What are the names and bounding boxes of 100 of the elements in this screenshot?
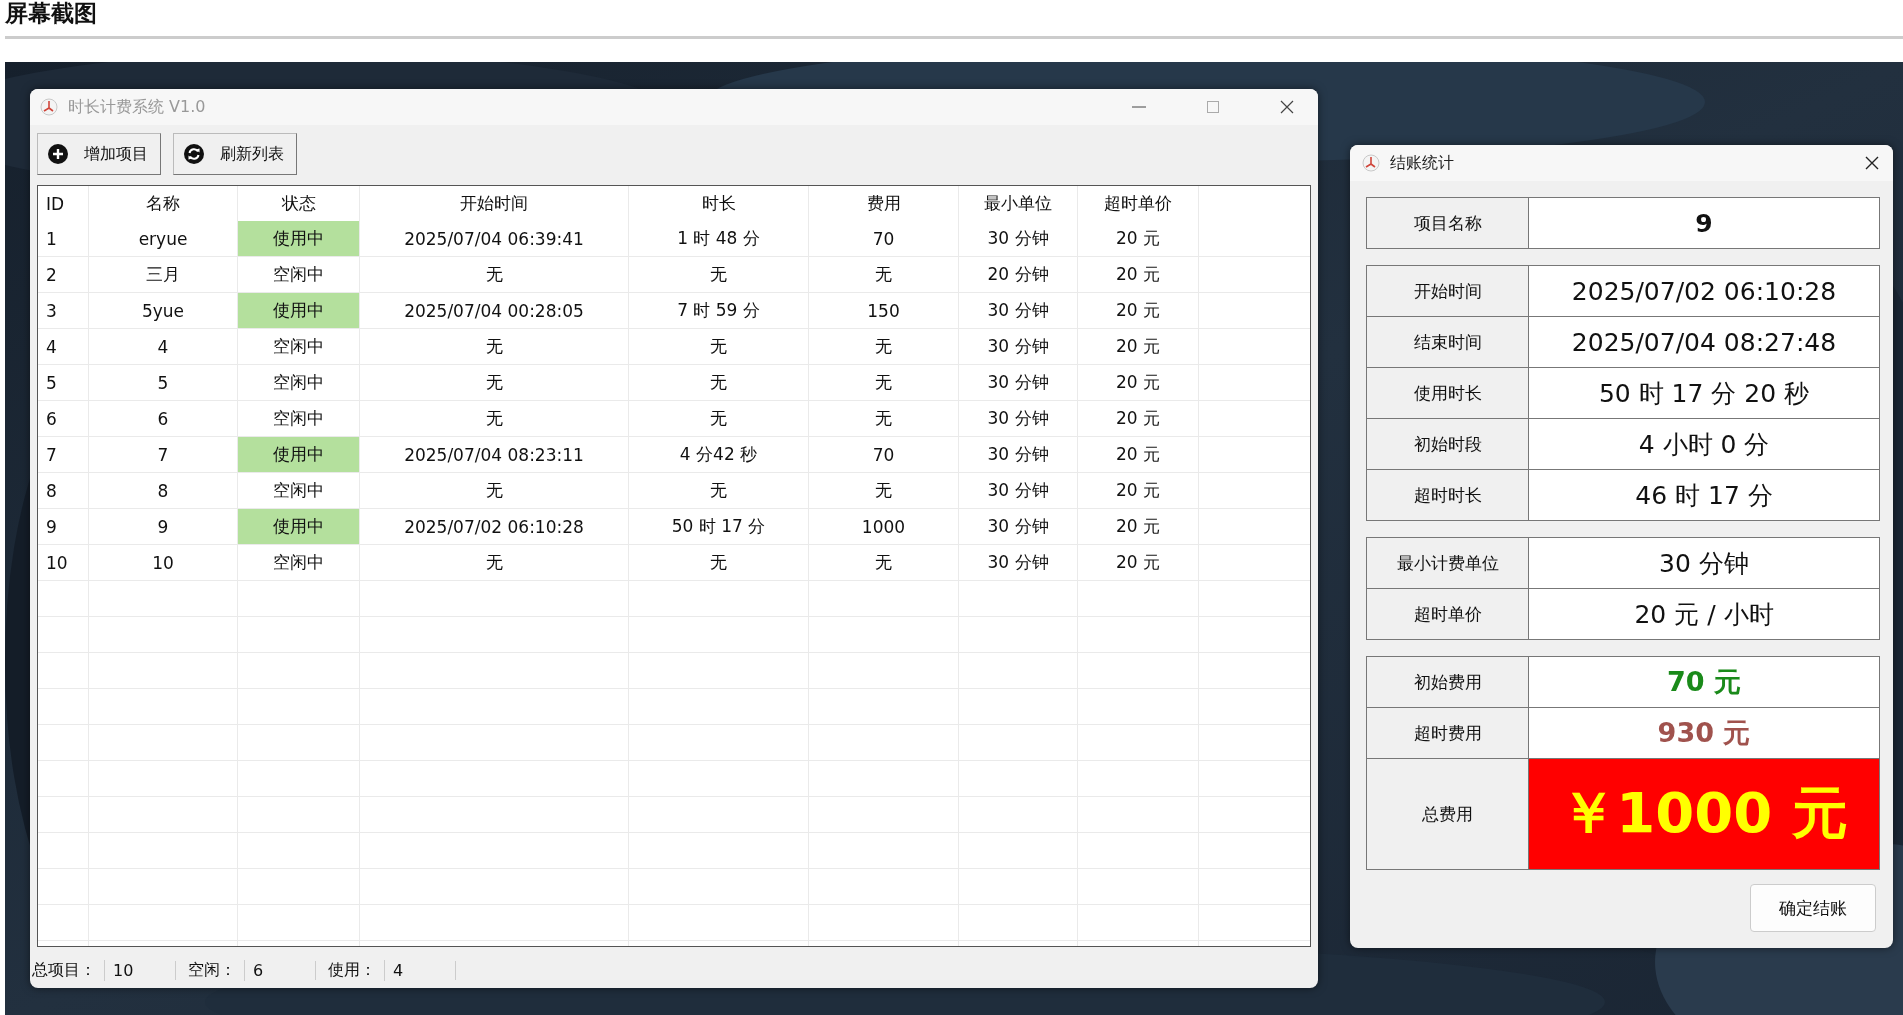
table-cell: 无 [809, 257, 959, 292]
table-cell: 无 [809, 545, 959, 580]
status-value: 4 [385, 960, 456, 980]
field-value: 20 元 / 小时 [1529, 589, 1879, 639]
field-value: 4 小时 0 分 [1529, 419, 1879, 469]
table-cell: 5 [38, 365, 89, 400]
table-cell: 无 [629, 401, 809, 436]
status-cell: 空闲中 [238, 545, 360, 580]
app-icon [40, 98, 58, 116]
status-label: 空闲： [186, 959, 245, 981]
table-cell: 20 元 [1078, 401, 1199, 436]
table-cell: 7 [38, 437, 89, 472]
status-value: 6 [245, 960, 316, 980]
status-value: 10 [105, 960, 176, 980]
table-cell: 20 元 [1078, 257, 1199, 292]
field-value: 70 元 [1529, 657, 1879, 707]
column-header[interactable]: 时长 [629, 186, 809, 221]
table-cell: 20 元 [1078, 221, 1199, 256]
close-icon[interactable] [1863, 155, 1881, 171]
column-header[interactable]: ID [38, 186, 89, 221]
table-cell: 无 [629, 257, 809, 292]
table-cell: 无 [360, 257, 629, 292]
table-cell: 20 元 [1078, 473, 1199, 508]
column-header[interactable]: 开始时间 [360, 186, 629, 221]
plus-icon [48, 144, 68, 164]
table-cell: 30 分钟 [959, 509, 1078, 544]
table-cell: 70 [809, 437, 959, 472]
table-cell: 30 分钟 [959, 473, 1078, 508]
field-value: 46 时 17 分 [1529, 470, 1879, 520]
status-cell: 空闲中 [238, 329, 360, 364]
table-cell: 无 [809, 329, 959, 364]
column-header[interactable]: 名称 [89, 186, 238, 221]
table-cell: 30 分钟 [959, 437, 1078, 472]
app-icon [1362, 154, 1380, 172]
table-cell: 1 时 48 分 [629, 221, 809, 256]
table-cell: 70 [809, 221, 959, 256]
table-cell: 30 分钟 [959, 545, 1078, 580]
status-cell: 空闲中 [238, 257, 360, 292]
table-cell: 2025/07/04 00:28:05 [360, 293, 629, 328]
status-cell: 使用中 [238, 221, 360, 256]
table-cell: 20 元 [1078, 329, 1199, 364]
table-cell: 20 元 [1078, 545, 1199, 580]
column-header[interactable]: 超时单价 [1078, 186, 1199, 221]
confirm-checkout-button[interactable]: 确定结账 [1750, 884, 1876, 932]
table-cell: 8 [38, 473, 89, 508]
table-cell: 无 [360, 545, 629, 580]
table-cell: 10 [89, 545, 238, 580]
window-title: 时长计费系统 V1.0 [68, 96, 206, 118]
table-cell: 30 分钟 [959, 293, 1078, 328]
field-value: 930 元 [1529, 708, 1879, 758]
table-cell: 4 [38, 329, 89, 364]
table-cell: 30 分钟 [959, 401, 1078, 436]
table-cell: 9 [38, 509, 89, 544]
table-cell: 无 [360, 365, 629, 400]
field-value: 2025/07/04 08:27:48 [1529, 317, 1879, 367]
table-cell: 20 元 [1078, 365, 1199, 400]
table-cell: 无 [629, 365, 809, 400]
status-label: 总项目： [30, 959, 105, 981]
table-cell: 无 [809, 401, 959, 436]
table-cell: 150 [809, 293, 959, 328]
status-cell: 空闲中 [238, 365, 360, 400]
table-cell: 20 元 [1078, 509, 1199, 544]
refresh-icon [184, 144, 204, 164]
table-cell: 无 [809, 473, 959, 508]
field-value: 30 分钟 [1529, 538, 1879, 588]
table-cell: 4 分42 秒 [629, 437, 809, 472]
table-cell: 2025/07/04 06:39:41 [360, 221, 629, 256]
table-cell: 30 分钟 [959, 329, 1078, 364]
table-cell: 2025/07/04 08:23:11 [360, 437, 629, 472]
dialog-title: 结账统计 [1390, 152, 1454, 174]
field-value: 9 [1529, 198, 1879, 248]
table-cell: 4 [89, 329, 238, 364]
total-amount: ￥1000 元 [1529, 759, 1879, 869]
table-cell: 5 [89, 365, 238, 400]
refresh-button[interactable]: 刷新列表 [173, 133, 297, 175]
table-cell: 8 [89, 473, 238, 508]
page-heading: 屏幕截图 [5, 0, 98, 28]
field-value: 2025/07/02 06:10:28 [1529, 266, 1879, 316]
table-cell: 三月 [89, 257, 238, 292]
table-cell: 30 分钟 [959, 221, 1078, 256]
table-cell: 无 [629, 473, 809, 508]
field-value: 50 时 17 分 20 秒 [1529, 368, 1879, 418]
status-label: 使用： [326, 959, 385, 981]
status-cell: 空闲中 [238, 401, 360, 436]
table-cell: 2 [38, 257, 89, 292]
column-header[interactable]: 费用 [809, 186, 959, 221]
status-cell: 使用中 [238, 437, 360, 472]
table-cell: 6 [89, 401, 238, 436]
table-cell: 无 [629, 545, 809, 580]
close-icon[interactable] [1278, 99, 1296, 115]
table-cell: 2025/07/02 06:10:28 [360, 509, 629, 544]
table-cell: 6 [38, 401, 89, 436]
table-cell: 无 [809, 365, 959, 400]
table-cell: 10 [38, 545, 89, 580]
add-item-button[interactable]: 增加项目 [37, 133, 161, 175]
column-header[interactable]: 最小单位 [959, 186, 1078, 221]
status-cell: 使用中 [238, 509, 360, 544]
table-cell: 无 [629, 329, 809, 364]
table-cell: 无 [360, 401, 629, 436]
table-cell: 3 [38, 293, 89, 328]
